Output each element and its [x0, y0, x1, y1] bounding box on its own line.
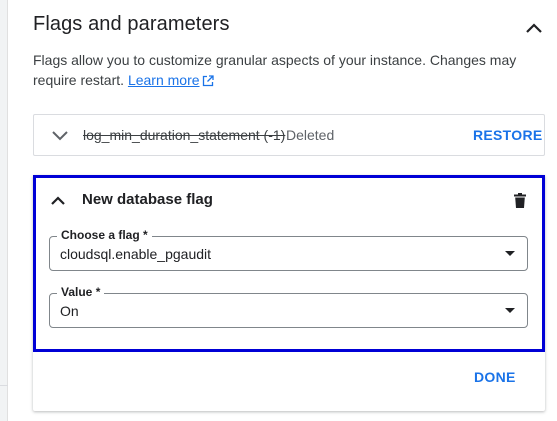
chevron-up-icon [526, 23, 542, 33]
deleted-status-label: Deleted [286, 127, 335, 143]
open-in-new-icon[interactable] [202, 72, 214, 92]
flag-value-value: On [60, 303, 79, 319]
chevron-down-icon [52, 131, 68, 141]
collapse-flag-button[interactable] [48, 190, 68, 210]
chevron-up-icon [51, 195, 65, 205]
deleted-flag-name: log_min_duration_statement (-1) [83, 127, 286, 143]
deleted-flag-row: log_min_duration_statement (-1) Deleted … [33, 114, 545, 156]
done-button[interactable]: DONE [474, 369, 516, 385]
choose-flag-value: cloudsql.enable_pgaudit [60, 246, 212, 262]
flag-value-label: Value * [57, 285, 105, 299]
choose-flag-label: Choose a flag * [57, 228, 152, 242]
learn-more-link[interactable]: Learn more [128, 72, 200, 88]
expand-flag-button[interactable] [48, 124, 72, 148]
dropdown-arrow-icon [505, 251, 515, 256]
restore-button[interactable]: RESTORE [473, 127, 543, 143]
gutter-divider [0, 385, 8, 386]
section-description: Flags allow you to customize granular as… [33, 50, 538, 92]
choose-flag-select[interactable]: Choose a flag * cloudsql.enable_pgaudit [49, 228, 528, 271]
collapse-section-button[interactable] [522, 16, 546, 40]
description-text: Flags allow you to customize granular as… [33, 52, 517, 88]
new-flag-title: New database flag [82, 191, 213, 208]
flag-value-select[interactable]: Value * On [49, 285, 528, 328]
section-title: Flags and parameters [33, 13, 230, 35]
left-gutter [0, 0, 8, 421]
dropdown-arrow-icon [505, 308, 515, 313]
trash-icon [514, 192, 526, 208]
delete-flag-button[interactable] [510, 190, 530, 210]
